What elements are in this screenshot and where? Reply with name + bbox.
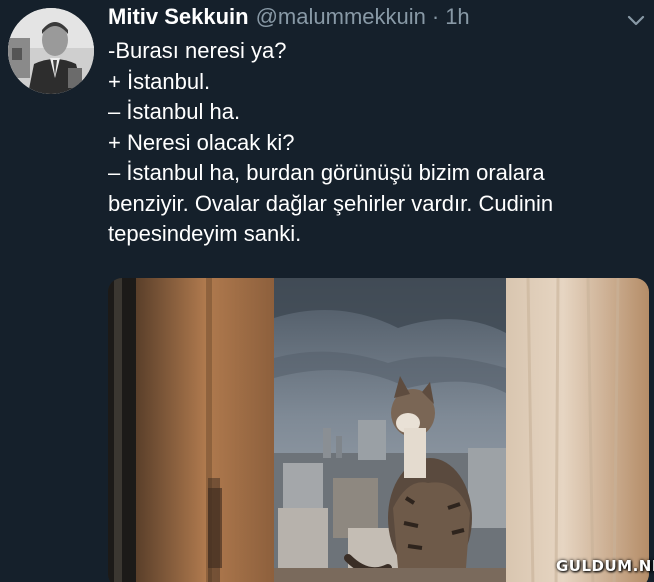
tweet-text: -Burası neresi ya? + İstanbul. – İstanbu… xyxy=(108,36,638,250)
tweet: Mitiv Sekkuin @malummekkuin · 1h -Burası… xyxy=(0,0,654,582)
cat-window-photo xyxy=(108,278,649,582)
tweet-text-line: benziyir. Ovalar dağlar şehirler vardır.… xyxy=(108,190,554,216)
display-name[interactable]: Mitiv Sekkuin xyxy=(108,4,249,30)
tweet-text-line: – İstanbul ha, burdan görünüşü bizim ora… xyxy=(108,160,545,185)
tweet-header: Mitiv Sekkuin @malummekkuin · 1h xyxy=(108,4,470,34)
tweet-text-line: -Burası neresi ya? xyxy=(108,38,287,63)
tweet-photo[interactable] xyxy=(108,278,649,582)
avatar-photo xyxy=(8,8,94,94)
tweet-text-line: + İstanbul. xyxy=(108,68,211,94)
user-handle[interactable]: @malummekkuin xyxy=(256,4,426,30)
chevron-down-icon[interactable] xyxy=(626,14,646,28)
tweet-text-line: – İstanbul ha. xyxy=(108,99,241,124)
avatar[interactable] xyxy=(8,8,94,94)
tweet-text-line: tepesindeyim sanki. xyxy=(108,221,302,246)
timestamp[interactable]: 1h xyxy=(445,4,469,30)
tweet-text-line: + Neresi olacak ki? xyxy=(108,129,295,155)
watermark: GULDUM.NET xyxy=(556,557,654,575)
separator-dot: · xyxy=(431,4,440,29)
